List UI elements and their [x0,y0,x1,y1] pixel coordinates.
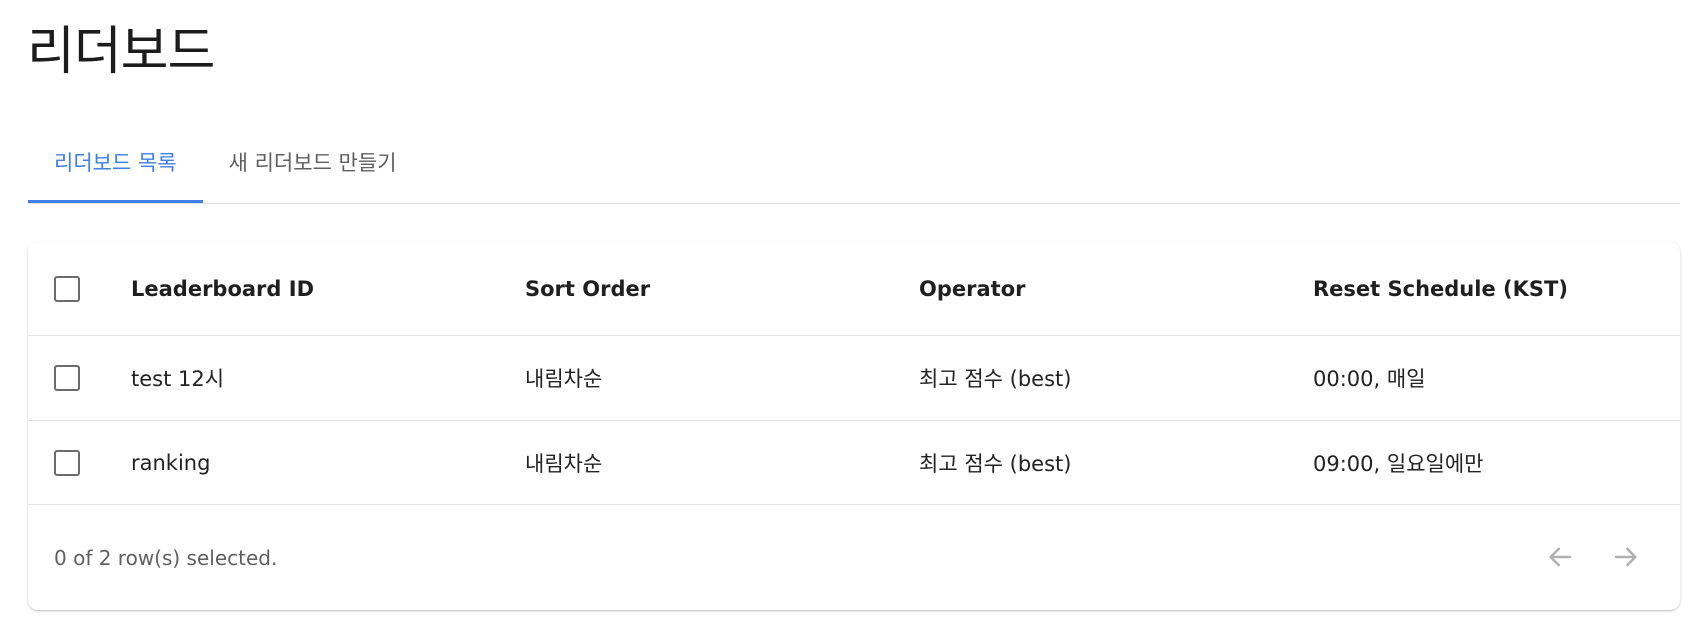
leaderboard-table-card: Leaderboard ID Sort Order Operator Reset… [28,242,1680,610]
row-select-cell [54,336,104,420]
next-page-button[interactable] [1608,539,1644,575]
page-title: 리더보드 [27,22,215,82]
sort-order-cell: 내림차순 [525,367,603,391]
column-header-operator[interactable]: Operator [919,242,1025,335]
tab-create-leaderboard[interactable]: 새 리더보드 만들기 [203,130,423,202]
column-header-sort-order[interactable]: Sort Order [525,242,650,335]
tab-bar: 리더보드 목록 새 리더보드 만들기 [28,130,1680,204]
select-all-checkbox[interactable] [54,275,80,302]
leaderboard-id-cell: test 12시 [131,367,225,391]
operator-cell: 최고 점수 (best) [919,367,1072,391]
reset-schedule-cell: 09:00, 일요일에만 [1313,451,1484,476]
select-all-cell [54,242,104,335]
row-checkbox[interactable] [54,365,80,391]
previous-page-button[interactable] [1542,539,1578,575]
column-header-reset-schedule[interactable]: Reset Schedule (KST) [1313,242,1568,335]
sort-order-cell: 내림차순 [525,451,603,476]
tab-leaderboard-list[interactable]: 리더보드 목록 [28,130,203,203]
leaderboard-id-cell: ranking [131,450,211,475]
operator-cell: 최고 점수 (best) [919,451,1072,476]
table-header-row: Leaderboard ID Sort Order Operator Reset… [28,242,1680,336]
column-header-leaderboard-id[interactable]: Leaderboard ID [131,242,314,335]
table-row[interactable]: ranking 내림차순 최고 점수 (best) 09:00, 일요일에만 [28,421,1680,505]
row-select-cell [54,421,104,504]
row-checkbox[interactable] [54,449,80,476]
table-row[interactable]: test 12시 내림차순 최고 점수 (best) 00:00, 매일 [28,336,1680,421]
table-footer: 0 of 2 row(s) selected. [28,505,1680,610]
arrow-left-icon [1549,547,1572,567]
reset-schedule-cell: 00:00, 매일 [1313,367,1426,391]
selection-count-text: 0 of 2 row(s) selected. [54,545,278,570]
arrow-right-icon [1614,547,1637,567]
